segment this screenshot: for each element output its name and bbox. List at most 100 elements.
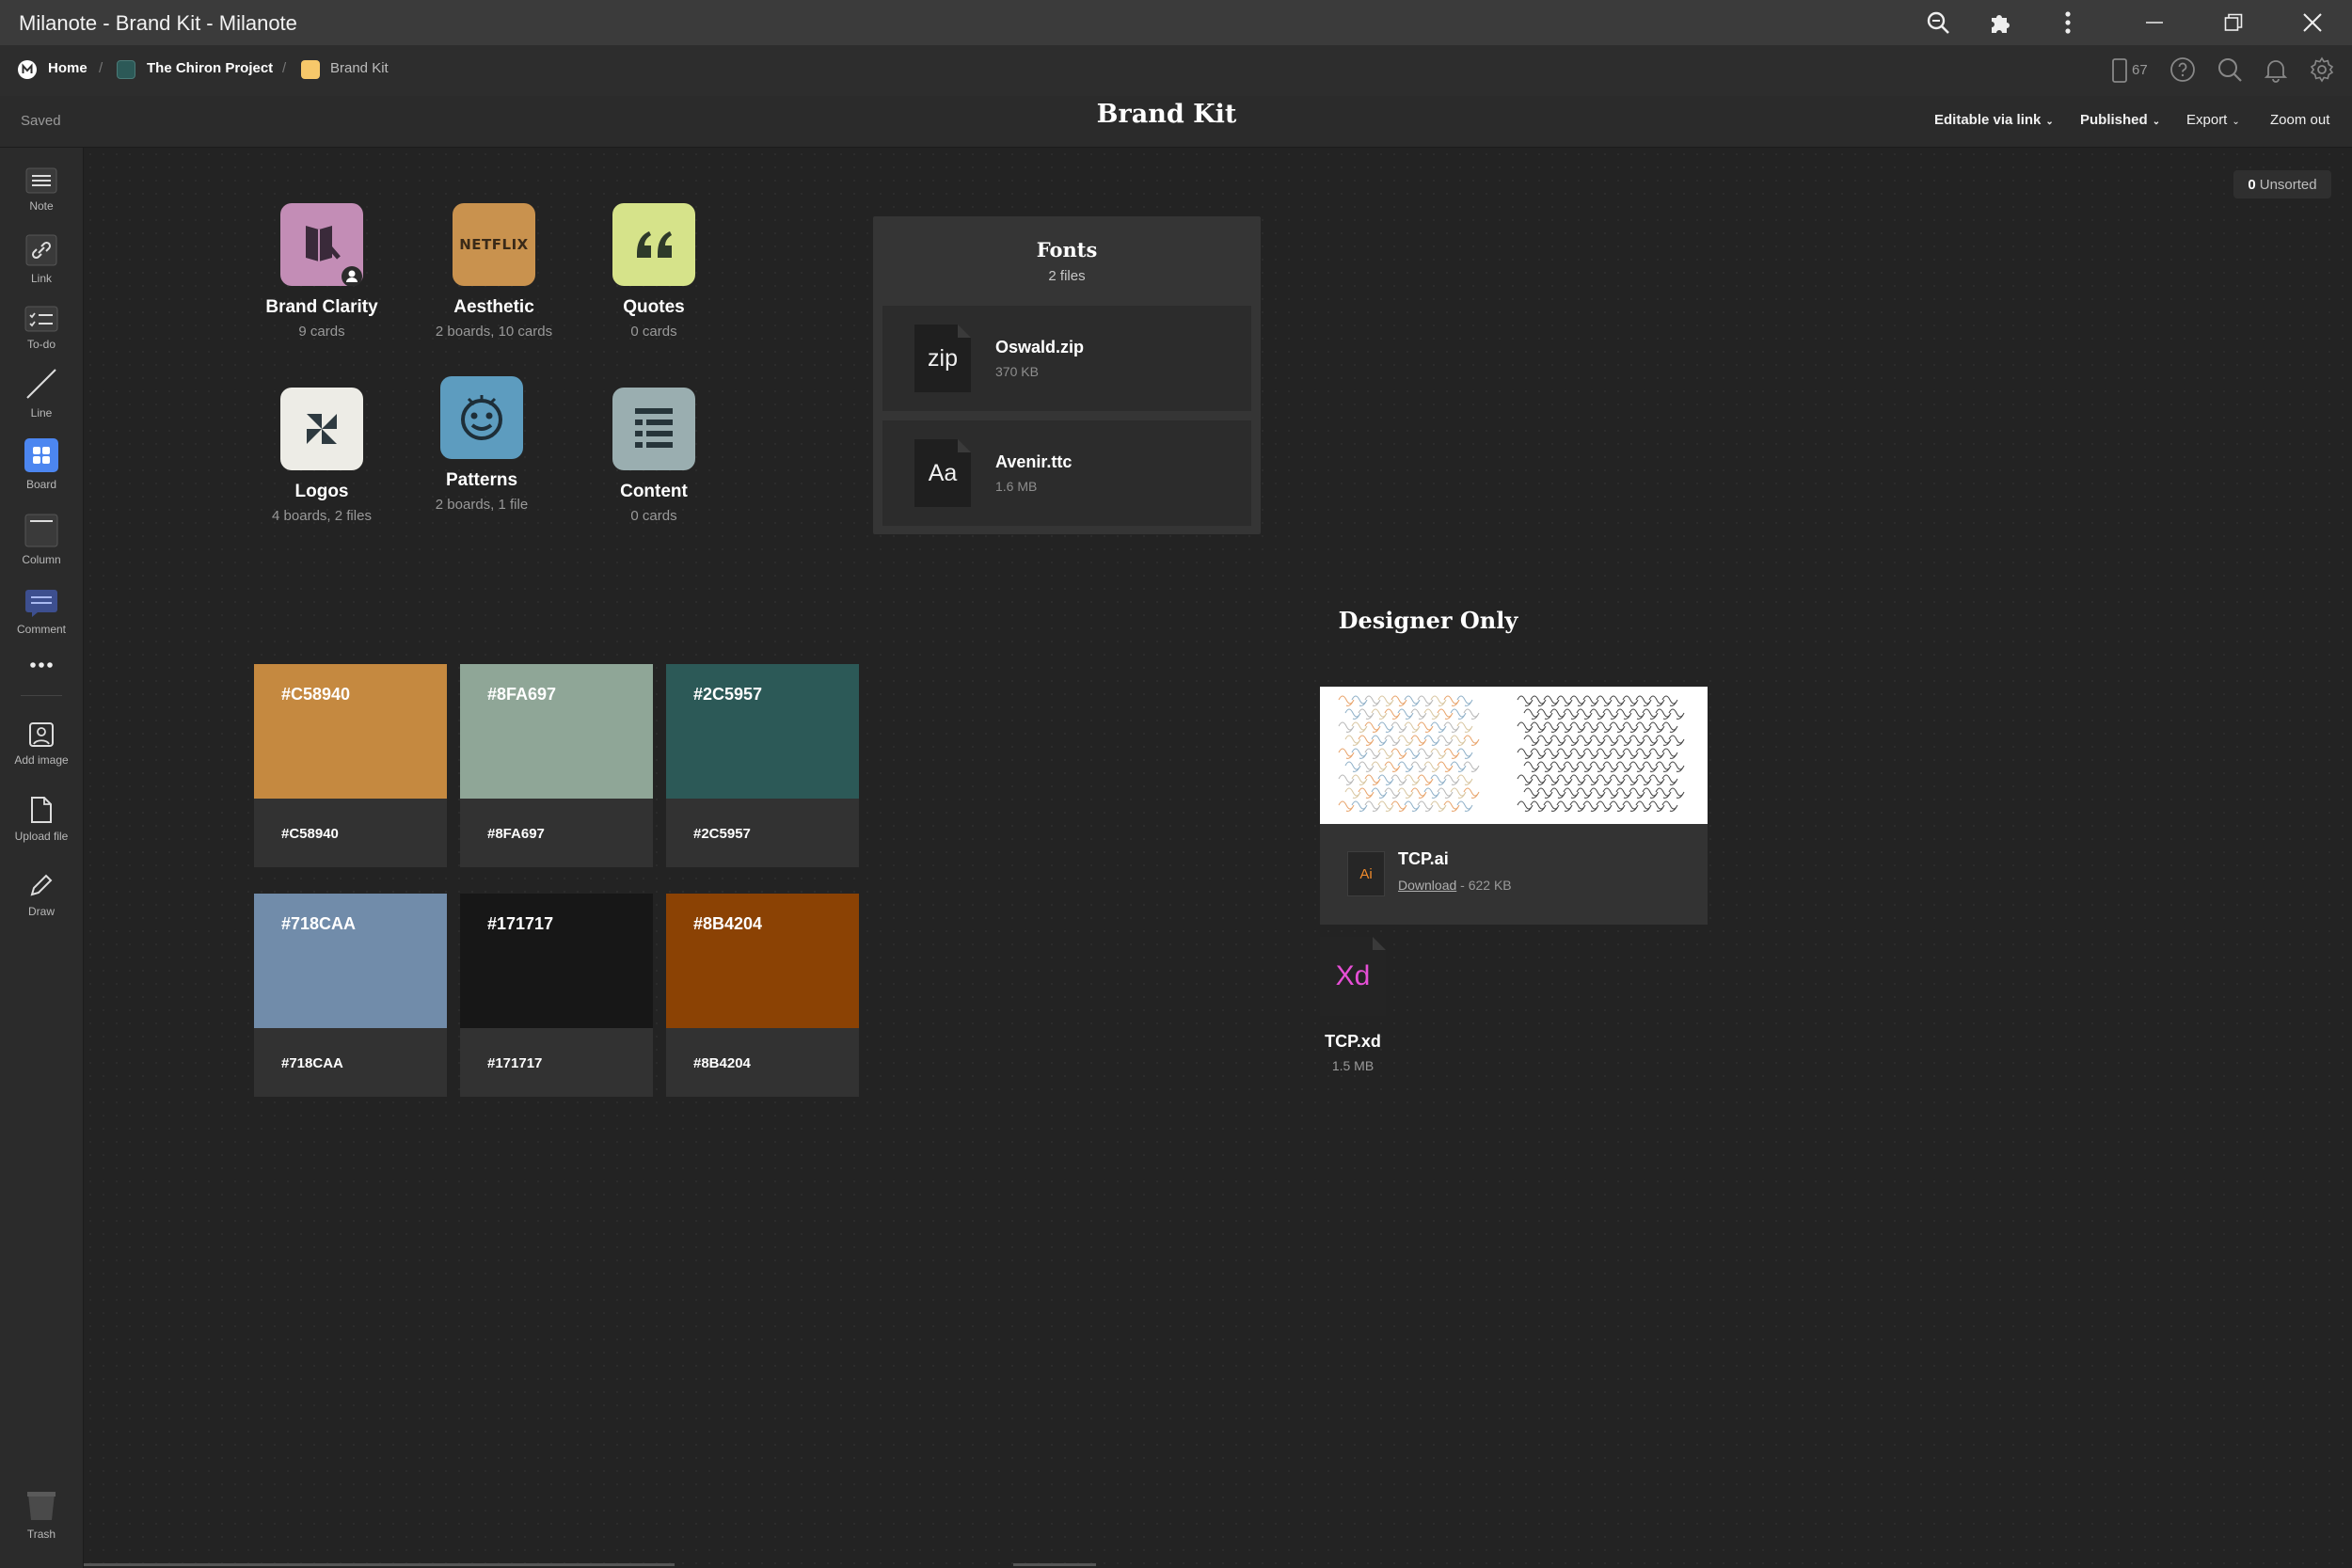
tool-upload-file[interactable]: Upload file <box>0 796 83 843</box>
export-dropdown[interactable]: Export ⌄ <box>2186 112 2240 128</box>
help-icon[interactable] <box>2169 56 2196 83</box>
restore-icon[interactable] <box>2215 6 2252 40</box>
swatch-hex-label: #8B4204 <box>693 1055 751 1071</box>
minimize-icon[interactable] <box>2136 6 2173 40</box>
board-meta: 0 cards <box>630 508 677 524</box>
tool-draw[interactable]: Draw <box>0 871 83 918</box>
file-icon <box>31 797 52 823</box>
swatch-hex-top: #718CAA <box>281 914 357 933</box>
file-size: 370 KB <box>995 364 1039 379</box>
board-content[interactable]: Content 0 cards <box>579 388 729 524</box>
extensions-icon[interactable] <box>1981 6 2019 40</box>
color-swatch[interactable]: #171717 #171717 <box>460 894 653 1097</box>
color-swatch[interactable]: #8FA697 #8FA697 <box>460 664 653 867</box>
board-logos[interactable]: Logos 4 boards, 2 files <box>246 388 397 524</box>
color-swatch[interactable]: #C58940 #C58940 <box>254 664 447 867</box>
close-icon[interactable] <box>2294 6 2331 40</box>
board-meta: 9 cards <box>298 324 345 340</box>
save-status: Saved <box>21 113 61 129</box>
breadcrumb-current: Brand Kit <box>330 60 389 76</box>
project-color-icon <box>117 60 135 79</box>
list-icon <box>612 388 695 470</box>
more-tools-icon[interactable] <box>0 660 83 670</box>
sidebar-divider <box>21 695 62 696</box>
device-count: 67 <box>2132 62 2148 78</box>
swatch-hex-top: #2C5957 <box>693 685 763 704</box>
color-swatch[interactable]: #718CAA #718CAA <box>254 894 447 1097</box>
board-quotes[interactable]: Quotes 0 cards <box>579 203 729 340</box>
settings-gear-icon[interactable] <box>2309 56 2335 83</box>
netflix-logo-icon: NETFLIX <box>453 203 535 286</box>
tool-add-image[interactable]: Add image <box>0 721 83 767</box>
file-card-oswald[interactable]: zip Oswald.zip 370 KB <box>882 306 1251 411</box>
fonts-column-title[interactable]: Fonts <box>873 238 1261 261</box>
breadcrumb-separator: / <box>99 60 103 76</box>
notifications-icon[interactable] <box>2263 56 2289 83</box>
column-icon <box>24 514 58 547</box>
quote-marks-icon <box>612 203 695 286</box>
horizontal-scrollbar-thumb[interactable] <box>1013 1563 1096 1566</box>
board-name: Content <box>620 482 688 501</box>
board-patterns[interactable]: Patterns 2 boards, 1 file <box>406 376 557 513</box>
board-aesthetic[interactable]: NETFLIX Aesthetic 2 boards, 10 cards <box>419 203 569 340</box>
unsorted-button[interactable]: 0 Unsorted <box>2233 170 2331 198</box>
file-name: Oswald.zip <box>995 338 1085 356</box>
file-meta: Download - 622 KB <box>1398 878 1512 893</box>
tool-sidebar <box>0 148 84 1568</box>
tool-board[interactable]: Board <box>0 438 83 491</box>
pattern-preview-image <box>1320 687 1708 824</box>
download-link[interactable]: Download <box>1398 878 1456 893</box>
file-card-avenir[interactable]: Aa Avenir.ttc 1.6 MB <box>882 420 1251 526</box>
zoom-search-icon[interactable] <box>1919 6 1957 40</box>
aesthetic-logo-text: NETFLIX <box>459 236 529 253</box>
color-swatch[interactable]: #8B4204 #8B4204 <box>666 894 859 1097</box>
tool-label: Board <box>25 478 57 491</box>
sharing-dropdown[interactable]: Editable via link ⌄ <box>1934 112 2054 128</box>
board-name: Quotes <box>623 297 685 317</box>
chevron-down-icon: ⌄ <box>2152 117 2161 127</box>
board-meta: 2 boards, 1 file <box>435 497 529 513</box>
tool-todo[interactable]: To-do <box>0 306 83 351</box>
color-swatch[interactable]: #2C5957 #2C5957 <box>666 664 859 867</box>
file-name: TCP.ai <box>1398 849 1449 868</box>
tool-link[interactable]: Link <box>0 234 83 285</box>
breadcrumb-home[interactable]: Home <box>48 60 87 76</box>
unsorted-count: 0 <box>2248 176 2256 193</box>
board-icon <box>24 438 58 472</box>
xd-file-icon[interactable]: Xd <box>1320 937 1386 1016</box>
zoom-out-button[interactable]: Zoom out <box>2270 112 2329 128</box>
board-brand-clarity[interactable]: Brand Clarity 9 cards <box>246 203 397 340</box>
swatch-hex-top: #C58940 <box>281 685 351 704</box>
swatch-hex-label: #718CAA <box>281 1055 343 1071</box>
brand-clarity-icon <box>280 203 363 286</box>
tool-line[interactable]: Line <box>0 367 83 420</box>
todo-icon <box>24 306 58 332</box>
fonts-column-count: 2 files <box>1048 268 1086 284</box>
image-icon <box>29 722 54 747</box>
file-name: Avenir.ttc <box>995 452 1073 471</box>
unsorted-label: Unsorted <box>2259 176 2317 193</box>
tool-label: To-do <box>26 338 56 351</box>
board-color-icon <box>301 60 320 79</box>
breadcrumb-project[interactable]: The Chiron Project <box>147 60 273 76</box>
file-name[interactable]: TCP.xd <box>1301 1032 1405 1052</box>
designer-only-heading[interactable]: Designer Only <box>1289 607 1567 634</box>
swatch-hex-label: #2C5957 <box>693 826 751 842</box>
tool-label: Comment <box>16 623 66 636</box>
device-icon[interactable] <box>2111 57 2128 84</box>
trash-button[interactable]: Trash <box>0 1490 83 1541</box>
tool-column[interactable]: Column <box>0 514 83 566</box>
file-size: 1.6 MB <box>995 479 1038 494</box>
board-name: Logos <box>294 482 349 501</box>
search-icon[interactable] <box>2217 56 2243 83</box>
board-meta: 0 cards <box>630 324 677 340</box>
tool-label: Note <box>29 199 54 213</box>
published-dropdown[interactable]: Published ⌄ <box>2080 112 2160 128</box>
horizontal-scrollbar[interactable] <box>84 1563 675 1566</box>
board-title[interactable]: Brand Kit <box>1035 100 1298 129</box>
tool-note[interactable]: Note <box>0 167 83 213</box>
milanote-home-icon[interactable] <box>18 60 37 79</box>
more-menu-icon[interactable] <box>2049 6 2087 40</box>
tool-comment[interactable]: Comment <box>0 589 83 636</box>
file-card-tcp-ai[interactable]: Ai TCP.ai Download - 622 KB <box>1320 687 1708 925</box>
